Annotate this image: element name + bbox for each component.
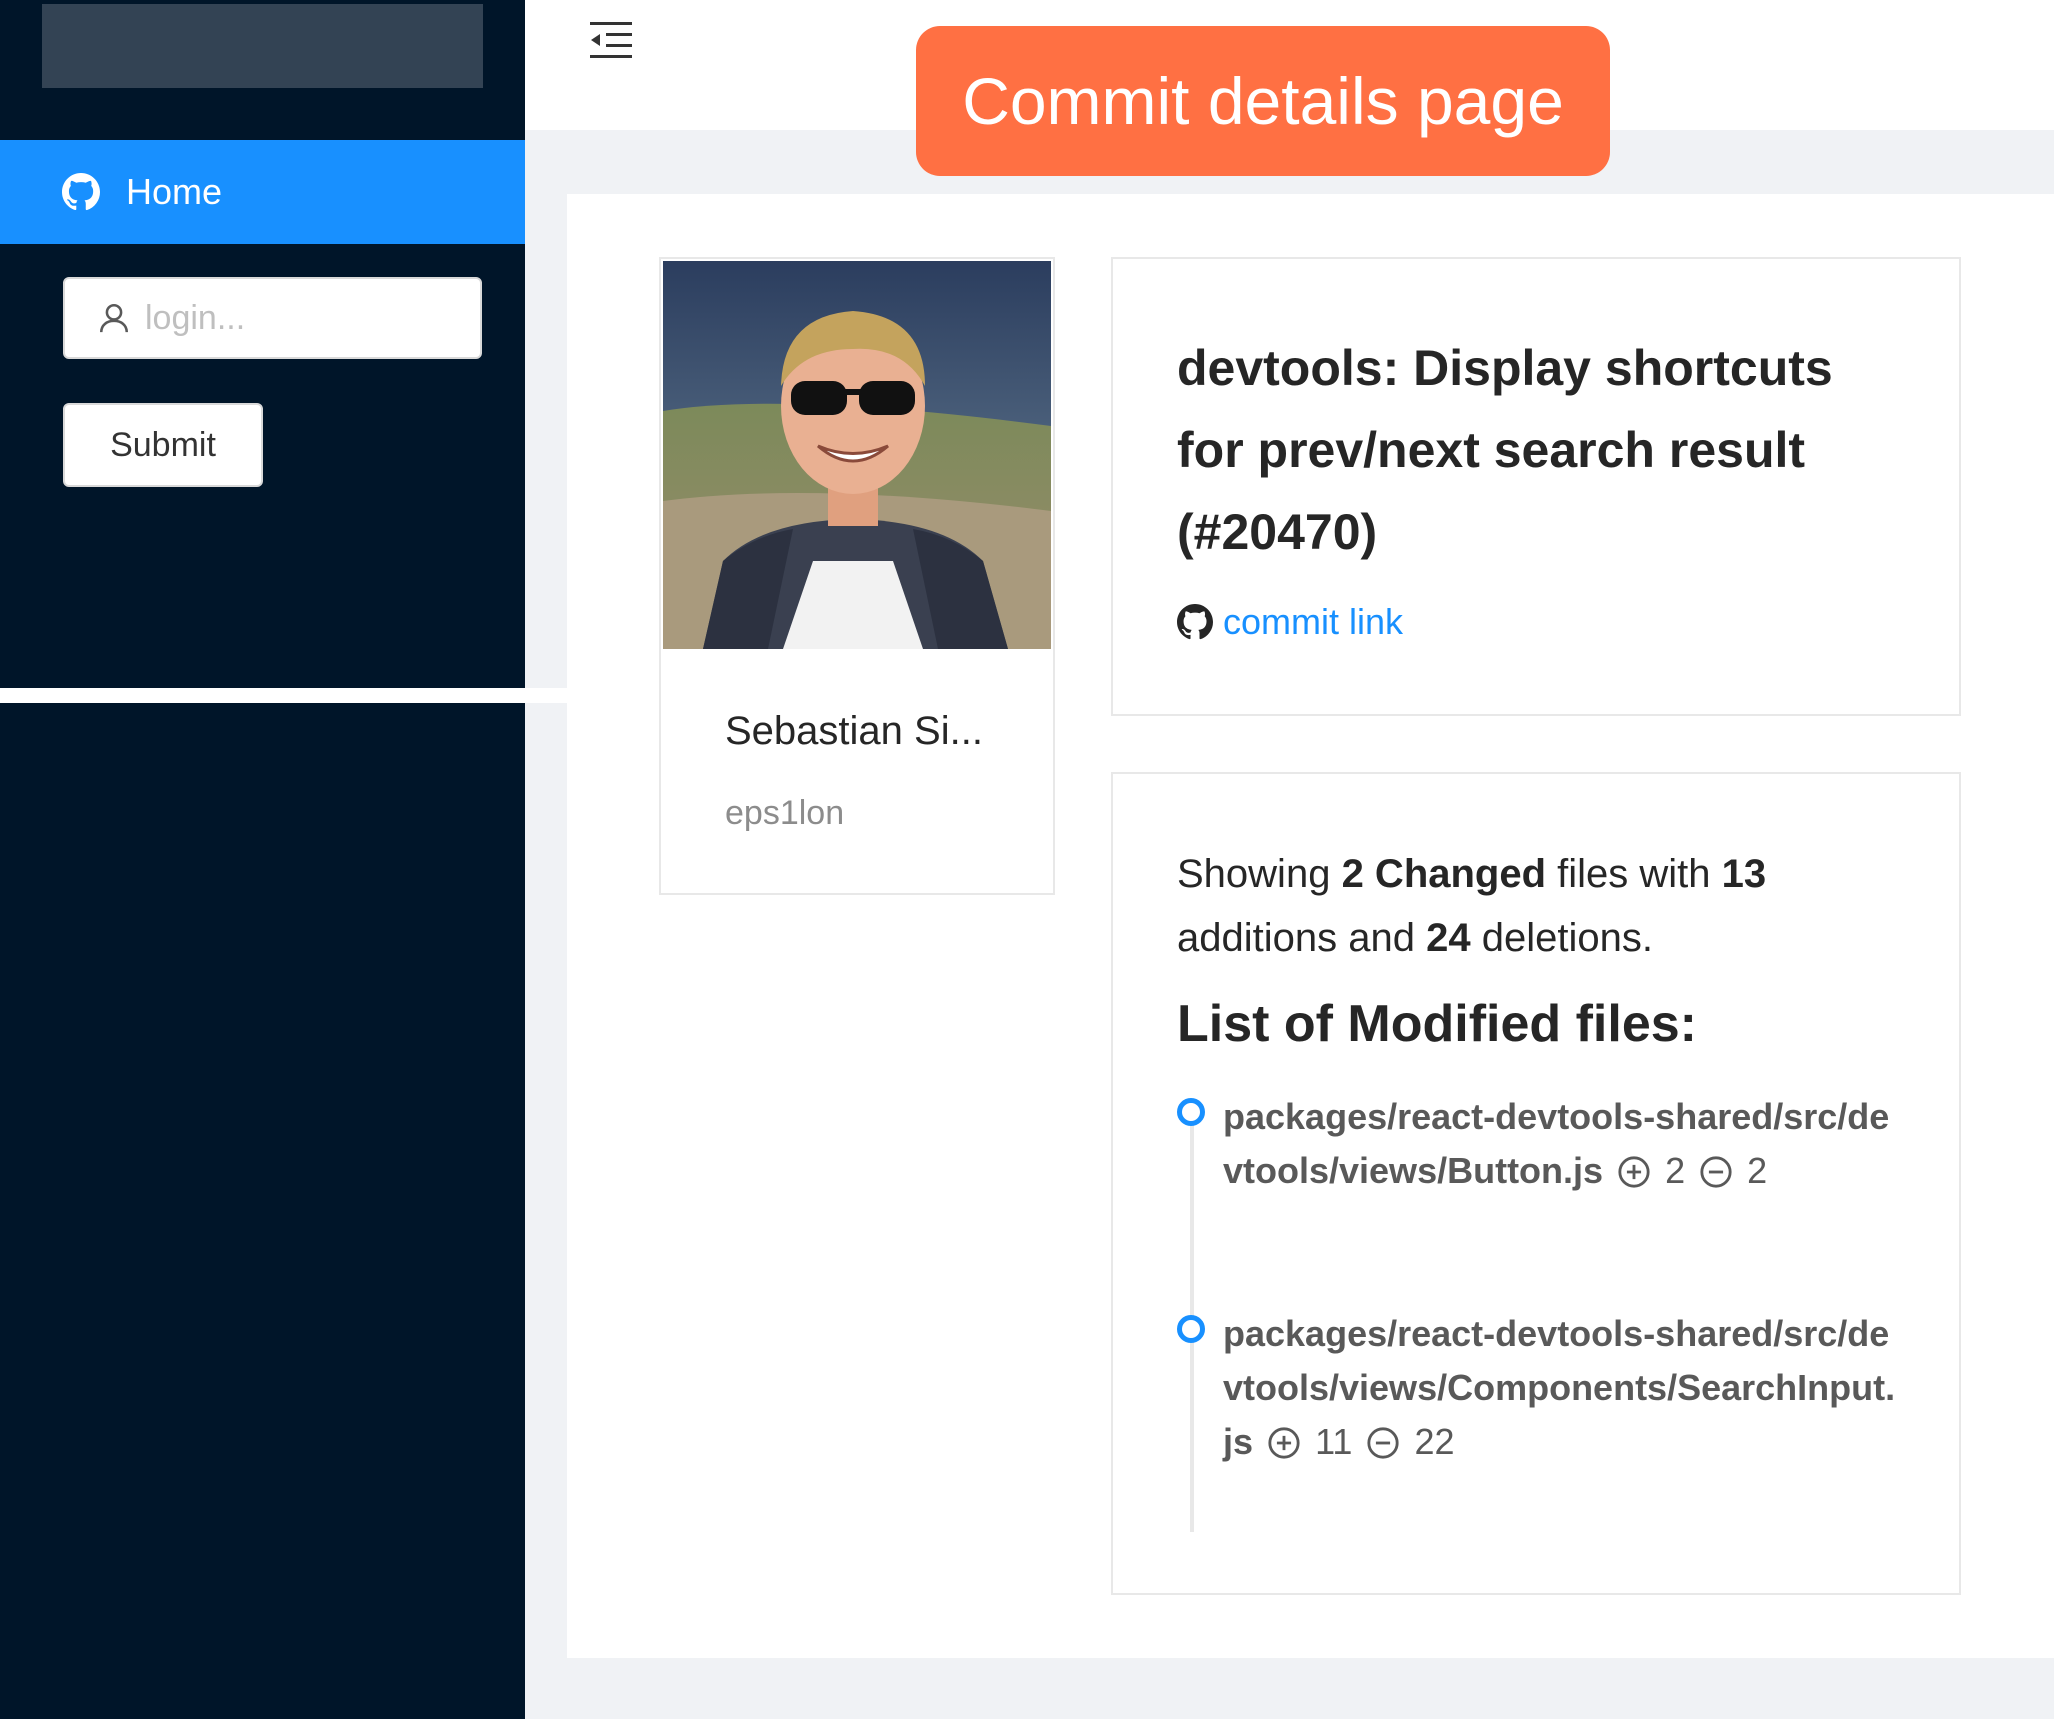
file-deletions: 22 xyxy=(1414,1421,1455,1462)
timeline-dot xyxy=(1177,1315,1205,1343)
commit-title-card: devtools: Display shortcuts for prev/nex… xyxy=(1111,257,1961,716)
deletions-count: 24 xyxy=(1426,916,1471,960)
modified-files-heading: List of Modified files: xyxy=(1177,995,1697,1053)
modified-files-card: Showing 2 Changed files with 13 addition… xyxy=(1111,772,1961,1595)
author-name: Sebastian Si... xyxy=(725,709,983,753)
logo-placeholder xyxy=(42,4,483,88)
file-additions: 11 xyxy=(1315,1421,1353,1462)
author-card: Sebastian Si... eps1lon xyxy=(659,257,1055,895)
file-additions: 2 xyxy=(1665,1150,1686,1191)
plus-circle-icon xyxy=(1268,1427,1300,1459)
menu-fold-icon[interactable] xyxy=(588,20,634,60)
additions-count: 13 xyxy=(1721,852,1767,896)
divider xyxy=(0,688,567,703)
summary-text: deletions. xyxy=(1470,916,1653,960)
timeline-dot xyxy=(1177,1098,1205,1126)
commit-title: devtools: Display shortcuts for prev/nex… xyxy=(1177,340,1833,560)
author-avatar xyxy=(663,261,1051,649)
minus-circle-icon xyxy=(1367,1427,1400,1459)
plus-circle-icon xyxy=(1618,1156,1650,1188)
file-path: packages/react-devtools-shared/src/devto… xyxy=(1223,1096,1890,1191)
commit-link[interactable]: commit link xyxy=(1177,601,1403,643)
user-icon xyxy=(99,303,129,333)
changes-summary: Showing 2 Changed files with 13 addition… xyxy=(1177,842,1917,970)
minus-circle-icon xyxy=(1700,1156,1732,1188)
sidebar-item-home[interactable]: Home xyxy=(0,140,525,244)
github-icon xyxy=(1177,604,1213,640)
page-banner: Commit details page xyxy=(916,26,1610,176)
sidebar: Home Submit xyxy=(0,0,525,1719)
login-field[interactable] xyxy=(63,277,482,359)
commit-link-label[interactable]: commit link xyxy=(1223,601,1403,643)
login-input[interactable] xyxy=(143,297,467,339)
summary-text: files with xyxy=(1546,852,1722,896)
summary-text: Showing xyxy=(1177,852,1342,896)
author-login: eps1lon xyxy=(725,794,845,832)
submit-button[interactable]: Submit xyxy=(63,403,263,487)
file-deletions: 2 xyxy=(1747,1150,1768,1191)
sidebar-item-label: Home xyxy=(126,171,223,212)
changed-label: Changed xyxy=(1363,852,1547,896)
summary-text: additions and xyxy=(1177,916,1427,960)
github-icon xyxy=(62,173,100,211)
changed-files-count: 2 xyxy=(1341,852,1364,896)
